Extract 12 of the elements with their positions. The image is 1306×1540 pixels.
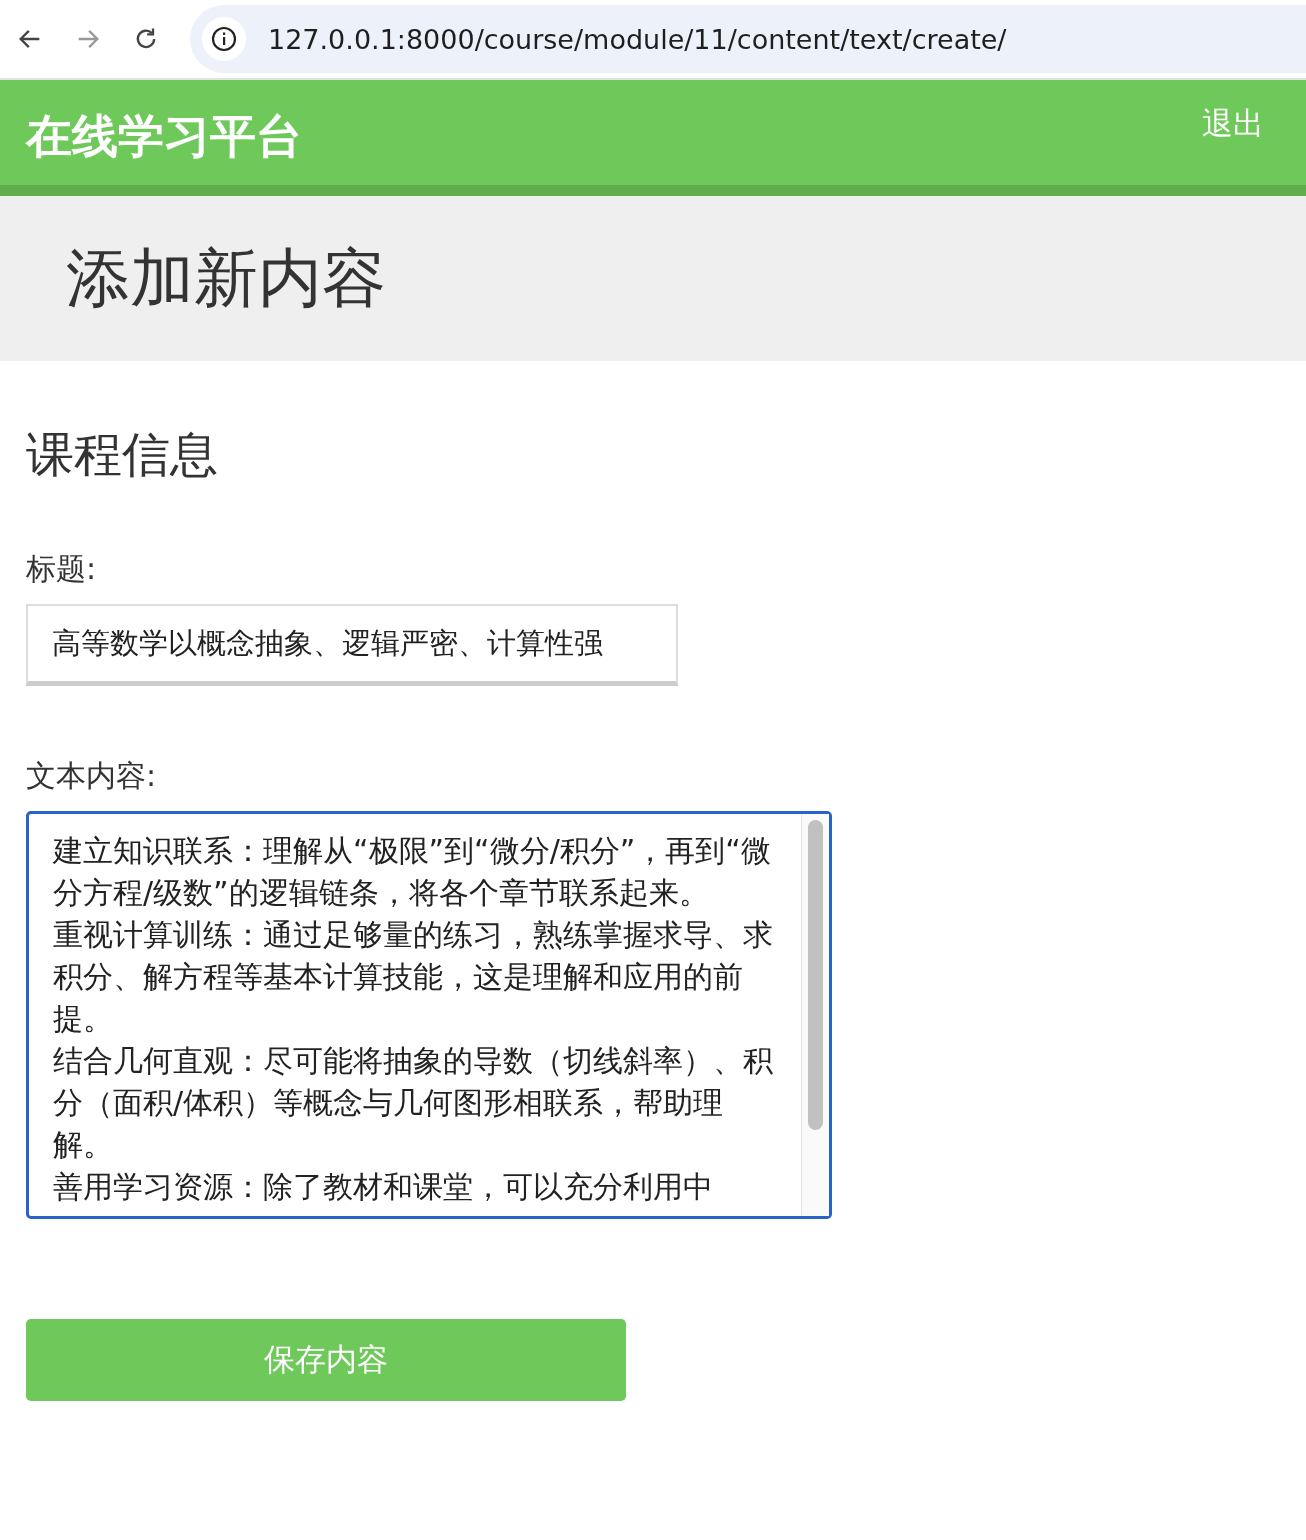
field-label: 标题: bbox=[26, 550, 98, 588]
text-paragraph: 建立知识联系：理解从“极限”到“微分/积分”，再到“微分方程/级数”的逻辑链条，将各个章节联系起来。 bbox=[53, 832, 772, 912]
content-textarea[interactable]: 建立知识联系：理解从“极限”到“微分/积分”，再到“微分方程/级数”的逻辑链条，将各个章节联系起来。 重视计算训练：通过足够量的练习，熟练掌握求导、求积分、解方程等基本计算技能，这是理解和应用的前提。 结合几何直观：尽可能将抽象的导数（切线斜率）、积分（面积/体积）等概念与几何图形相联系，帮助理解。 善用学习资源：除了教材和课堂，可以充分利用中 bbox=[26, 811, 832, 1219]
page-title: 添加新内容 bbox=[66, 240, 386, 317]
info-icon[interactable] bbox=[202, 17, 246, 61]
text-paragraph: 善用学习资源：除了教材和课堂，可以充分利用中 bbox=[53, 1168, 714, 1206]
scrollbar-thumb[interactable] bbox=[808, 820, 823, 1130]
text-paragraph: 重视计算训练：通过足够量的练习，熟练掌握求导、求积分、解方程等基本计算技能，这是理解和应用的前提。 bbox=[53, 916, 774, 1038]
field-label: 文本内容: bbox=[26, 757, 158, 795]
title-input[interactable]: 高等数学以概念抽象、逻辑严密、计算性强 bbox=[26, 604, 678, 686]
text-paragraph: 结合几何直观：尽可能将抽象的导数（切线斜率）、积分（面积/体积）等概念与几何图形相联系，帮助理解。 bbox=[53, 1042, 774, 1164]
section-title: 课程信息 bbox=[26, 425, 219, 484]
